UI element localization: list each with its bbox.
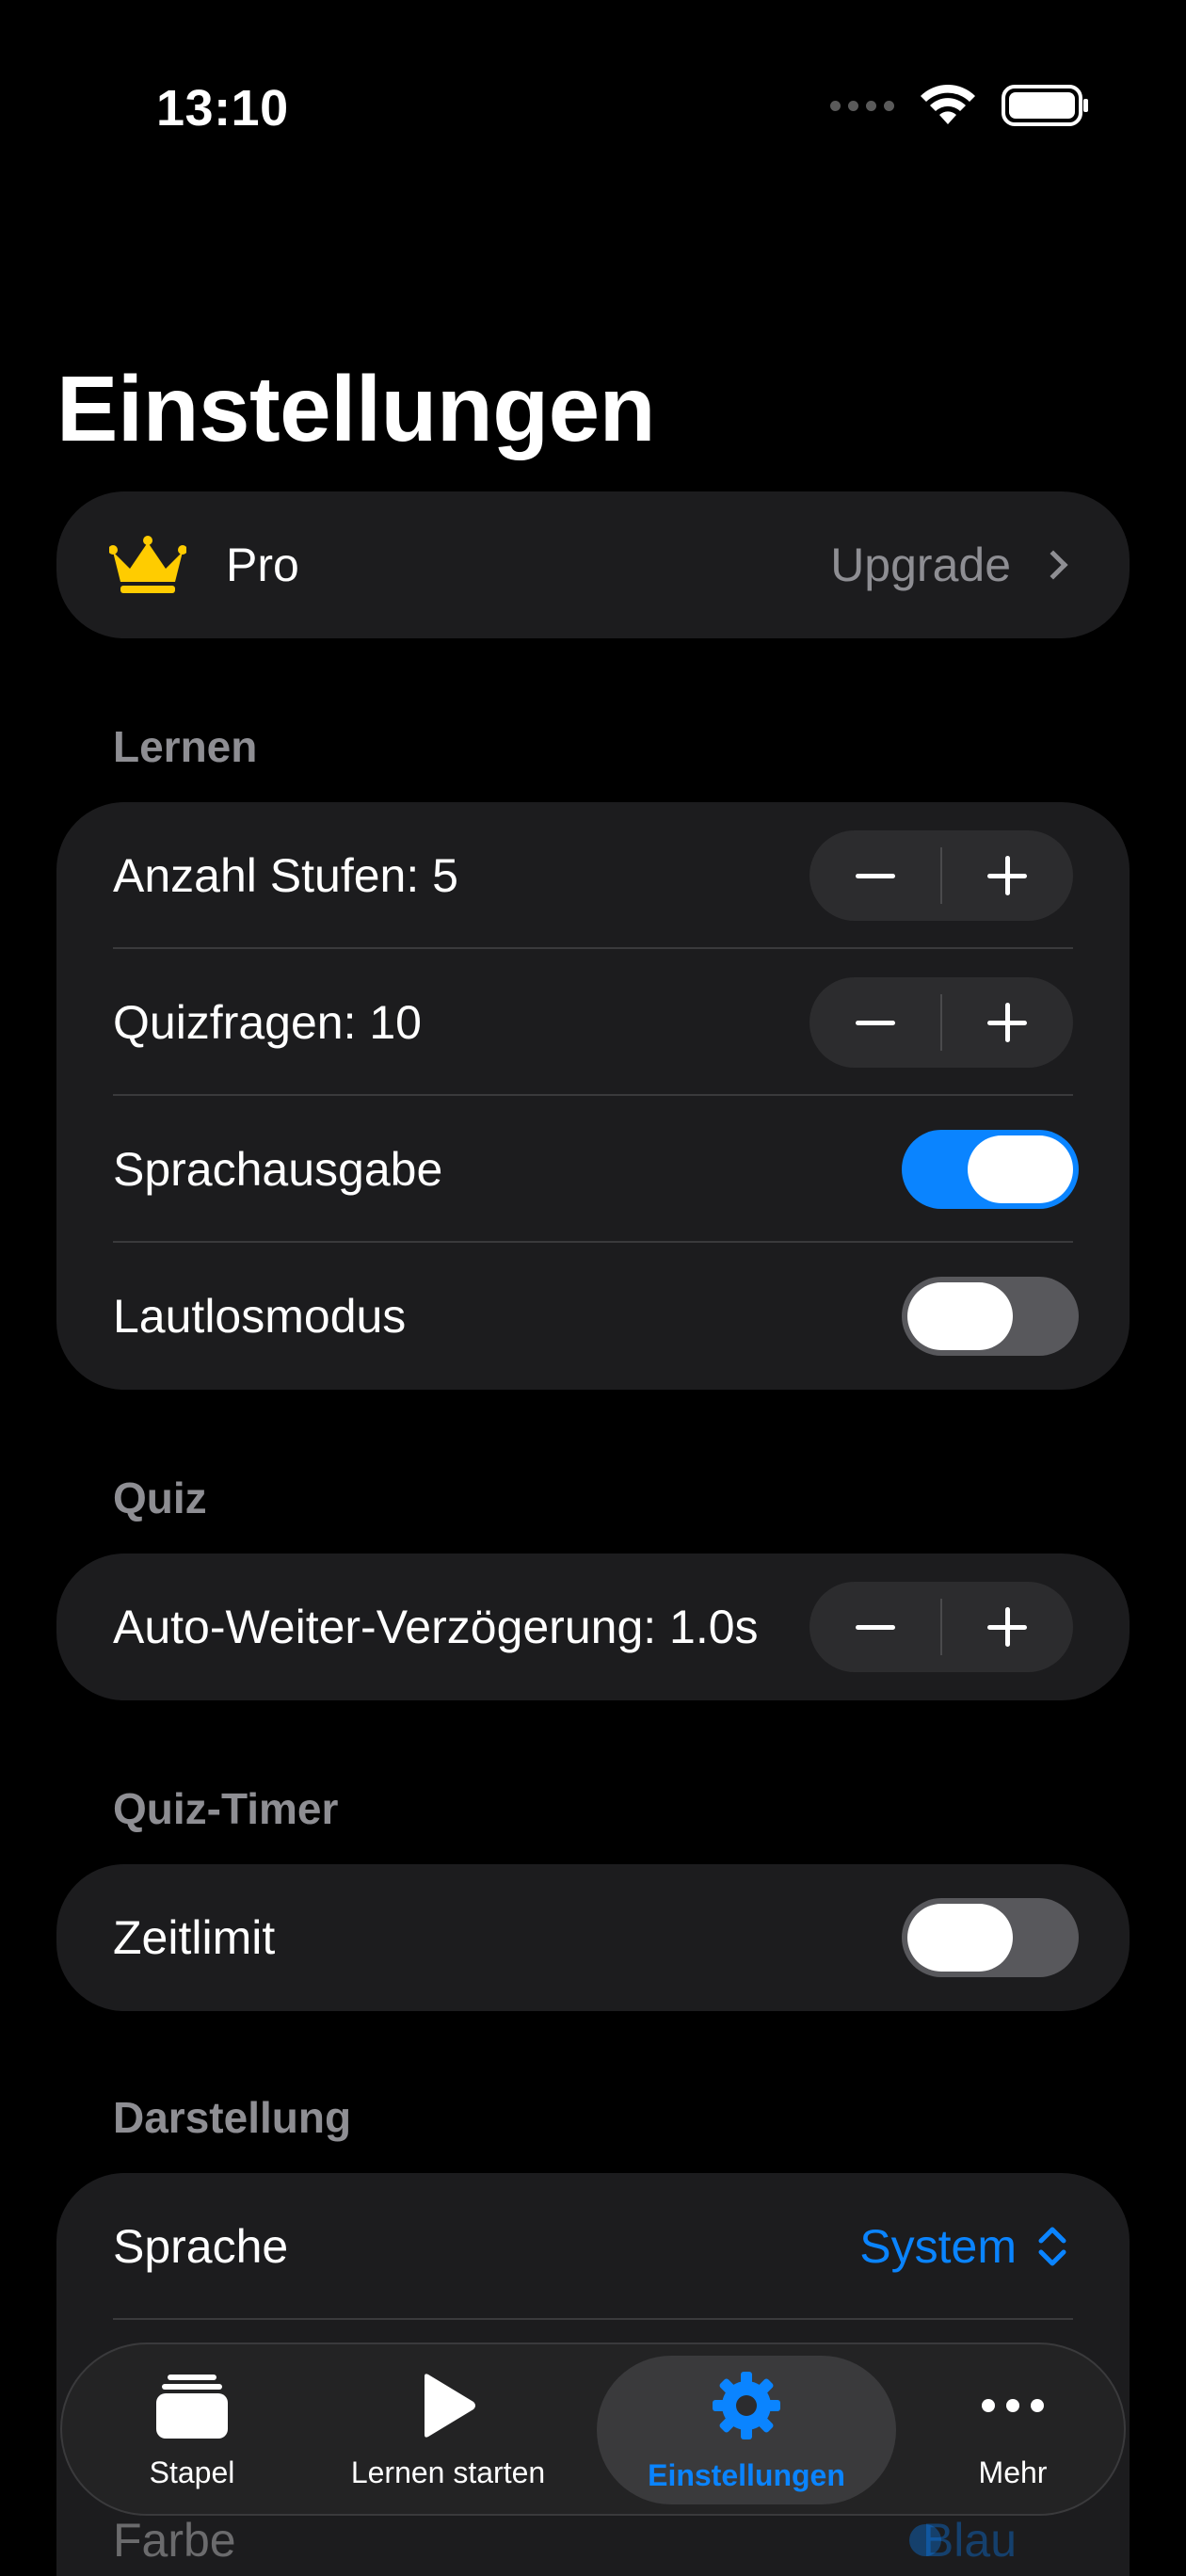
tab-label: Mehr	[978, 2455, 1048, 2489]
language-label: Sprache	[113, 2220, 289, 2273]
auto-next-row: Auto-Weiter-Verzögerung: 1.0s	[56, 1554, 1130, 1700]
plus-icon	[987, 1003, 1027, 1042]
speech-row: Sprachausgabe	[56, 1096, 1130, 1243]
quiz-card: Auto-Weiter-Verzögerung: 1.0s	[56, 1554, 1130, 1700]
auto-next-increment-button[interactable]	[941, 1582, 1073, 1672]
plus-icon	[987, 856, 1027, 895]
section-header-darstellung: Darstellung	[113, 2093, 352, 2142]
quiz-timer-card: Zeitlimit	[56, 1864, 1130, 2011]
levels-stepper[interactable]	[809, 830, 1073, 921]
gear-icon	[713, 2371, 780, 2439]
crown-icon	[109, 536, 186, 593]
minus-icon	[856, 1624, 895, 1630]
speech-toggle[interactable]	[902, 1130, 1079, 1209]
language-picker[interactable]: System	[859, 2219, 1017, 2274]
tab-mehr[interactable]: Mehr	[928, 2344, 1098, 2518]
status-time: 13:10	[156, 80, 289, 137]
minus-icon	[856, 1020, 895, 1025]
tab-lernen-starten[interactable]: Lernen starten	[335, 2344, 561, 2518]
pro-label: Pro	[226, 539, 299, 591]
stepper-divider	[940, 1599, 942, 1655]
row-divider	[113, 2318, 1073, 2320]
upgrade-link[interactable]: Upgrade	[830, 538, 1011, 592]
wifi-icon	[921, 85, 975, 124]
status-icons	[830, 85, 1090, 126]
time-limit-row: Zeitlimit	[56, 1864, 1130, 2011]
levels-increment-button[interactable]	[941, 830, 1073, 921]
levels-row: Anzahl Stufen: 5	[56, 802, 1130, 949]
chevron-right-icon	[1038, 550, 1068, 580]
tab-bar: Stapel Lernen starten Einstellungen Mehr	[60, 2343, 1126, 2516]
chevron-up-down-icon	[1038, 2227, 1066, 2266]
quiz-questions-row: Quizfragen: 10	[56, 949, 1130, 1096]
quiz-questions-label: Quizfragen: 10	[113, 996, 422, 1049]
plus-icon	[987, 1607, 1027, 1647]
tab-label: Einstellungen	[648, 2457, 845, 2492]
pro-card[interactable]: Pro Upgrade	[56, 491, 1130, 638]
toggle-knob	[907, 1904, 1013, 1972]
color-picker[interactable]: Blau	[922, 2513, 1017, 2568]
auto-next-stepper[interactable]	[809, 1582, 1073, 1672]
auto-next-label: Auto-Weiter-Verzögerung: 1.0s	[113, 1601, 759, 1653]
section-header-quiz: Quiz	[113, 1473, 207, 1522]
pro-row[interactable]: Pro Upgrade	[56, 491, 1130, 638]
lernen-card: Anzahl Stufen: 5 Quizfragen: 10 Sprachau…	[56, 802, 1130, 1390]
tab-einstellungen[interactable]: Einstellungen	[597, 2344, 896, 2518]
toggle-knob	[907, 1282, 1013, 1350]
tab-label: Lernen starten	[350, 2455, 546, 2489]
cards-stack-icon	[156, 2374, 228, 2439]
silent-label: Lautlosmodus	[113, 1290, 407, 1343]
color-label: Farbe	[113, 2514, 236, 2567]
stepper-divider	[940, 847, 942, 904]
section-header-quiz-timer: Quiz-Timer	[113, 1784, 339, 1833]
levels-label: Anzahl Stufen: 5	[113, 849, 458, 902]
language-row[interactable]: Sprache System	[56, 2173, 1130, 2320]
time-limit-label: Zeitlimit	[113, 1911, 276, 1964]
tab-label: Stapel	[149, 2455, 235, 2489]
auto-next-decrement-button[interactable]	[809, 1582, 941, 1672]
toggle-knob	[968, 1135, 1073, 1203]
quiz-questions-decrement-button[interactable]	[809, 977, 941, 1068]
battery-icon	[1002, 85, 1088, 126]
time-limit-toggle[interactable]	[902, 1898, 1079, 1977]
quiz-questions-increment-button[interactable]	[941, 977, 1073, 1068]
stepper-divider	[940, 994, 942, 1051]
cellular-signal-icon	[830, 100, 894, 111]
play-icon	[425, 2373, 475, 2438]
silent-toggle[interactable]	[902, 1277, 1079, 1356]
quiz-questions-stepper[interactable]	[809, 977, 1073, 1068]
page-title: Einstellungen	[56, 357, 656, 460]
minus-icon	[856, 873, 895, 878]
speech-label: Sprachausgabe	[113, 1143, 443, 1196]
silent-row: Lautlosmodus	[56, 1243, 1130, 1390]
more-icon	[982, 2398, 1044, 2412]
tab-stapel[interactable]: Stapel	[100, 2344, 284, 2518]
levels-decrement-button[interactable]	[809, 830, 941, 921]
status-bar: 13:10	[0, 0, 1186, 188]
section-header-lernen: Lernen	[113, 722, 258, 771]
